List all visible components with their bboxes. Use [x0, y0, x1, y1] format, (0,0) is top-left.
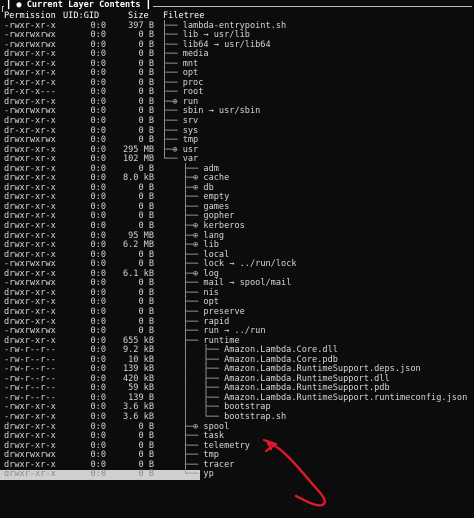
file-tree-row[interactable]: drwxr-xr-x 0:0 6.2 MB ├─⊕ lib — [0, 240, 474, 251]
panel-title-text: Current Layer Contents — [26, 0, 141, 10]
tree-branch-glyph: │ ├── — [162, 402, 225, 413]
row-filename[interactable]: root — [183, 87, 204, 98]
file-tree-row[interactable]: drwxr-xr-x 0:0 0 B ├─⊕ kerberos — [0, 221, 474, 232]
row-filename[interactable]: lib → usr/lib — [183, 30, 250, 40]
file-tree-row[interactable]: -rwxrwxrwx 0:0 0 B ├── sbin → usr/sbin — [0, 107, 474, 117]
row-filename[interactable]: gopher — [203, 211, 234, 222]
file-tree-list[interactable]: -rwxr-xr-x 0:0 397 B ├── lambda-entrypoint.… — [0, 21, 474, 480]
row-filename[interactable]: opt — [203, 297, 219, 308]
file-tree-row[interactable]: drwxr-xr-x 0:0 0 B ├── srv — [0, 116, 474, 127]
tree-branch-glyph: ├── — [162, 259, 204, 270]
file-tree-row[interactable]: dr-xr-xr-x 0:0 0 B ├── sys — [0, 126, 474, 137]
tree-branch-glyph: ├── — [162, 68, 183, 79]
row-tree-branch: └── yp — [162, 469, 214, 480]
file-tree-row[interactable]: -rwxrwxrwx 0:0 0 B ├── mail → spool/mail — [0, 279, 474, 289]
file-tree-row[interactable]: drwxr-xr-x 0:0 0 B ├─⊕ db — [0, 183, 474, 194]
row-filename[interactable]: task — [203, 431, 224, 441]
file-tree-row[interactable]: dr-xr-xr-x 0:0 0 B ├── proc — [0, 78, 474, 89]
row-filename[interactable]: tmp — [183, 135, 199, 145]
row-filename[interactable]: media — [183, 49, 209, 59]
tree-branch-glyph: ├── — [162, 306, 204, 317]
file-tree-row[interactable]: -rwxrwxrwx 0:0 0 B ├── lock → ../run/lock — [0, 259, 474, 270]
row-filename[interactable]: lib — [203, 240, 219, 250]
file-tree-row[interactable]: drwxr-xr-x 0:0 0 B ├── preserve — [0, 306, 474, 318]
file-tree-row[interactable]: drwxrwxrwx 0:0 0 B ├── tmp — [0, 135, 474, 146]
row-filename[interactable]: yp — [203, 469, 213, 479]
tree-branch-glyph: │ ├── — [162, 345, 225, 356]
file-tree-row[interactable]: drwxr-xr-x 0:0 0 B ├── opt — [0, 69, 474, 79]
tree-branch-glyph: │ ├── — [162, 383, 225, 394]
row-filename[interactable]: Amazon.Lambda.RuntimeSupport.pdb — [224, 383, 390, 394]
tree-branch-glyph: ├── — [162, 316, 204, 327]
tree-branch-glyph: └── — [162, 154, 183, 165]
file-tree-row[interactable]: drwxr-xr-x 0:0 295 MB ├─⊕ usr — [0, 145, 474, 156]
row-filename[interactable]: preserve — [203, 307, 244, 317]
file-tree-row[interactable]: drwxr-xr-x 0:0 8.0 kB ├─⊕ cache — [0, 174, 474, 184]
tree-branch-glyph: ├── — [162, 116, 183, 127]
row-filename[interactable]: bootstrap — [224, 402, 271, 413]
file-tree-row[interactable]: drwxr-xr-x 0:0 95 MB ├─⊕ lang — [0, 231, 474, 242]
tree-branch-glyph: └── — [162, 469, 204, 480]
tree-branch-glyph: ├─⊕ — [162, 173, 204, 184]
file-tree-row[interactable]: drwxrwxrwx 0:0 0 B ├── tmp — [0, 450, 474, 461]
row-filename[interactable]: tmp — [203, 450, 219, 460]
panel-title: ┃ ● Current Layer Contents ┃ — [4, 0, 153, 11]
terminal-window: ┃ ● Current Layer Contents ┃ Permission … — [0, 0, 474, 518]
file-tree-row[interactable]: dr-xr-x--- 0:0 0 B ├── root — [0, 88, 474, 98]
tree-branch-glyph: ├── — [162, 192, 204, 203]
row-filename[interactable]: var — [183, 154, 199, 164]
row-size: 0 B — [138, 469, 154, 480]
file-tree-row[interactable]: drwxr-xr-x 0:0 0 B ├── nis — [0, 288, 474, 299]
file-tree-row[interactable]: drwxr-xr-x 0:0 0 B ├── adm — [0, 164, 474, 175]
row-filename[interactable]: mail → spool/mail — [203, 278, 291, 289]
tree-branch-glyph: ├── — [162, 431, 204, 442]
file-tree-row[interactable]: drwxr-xr-x 0:0 102 MB └── var — [0, 154, 474, 165]
row-filename[interactable]: bootstrap.sh — [224, 412, 286, 422]
tree-branch-glyph: ├── — [162, 211, 204, 222]
tree-branch-glyph: ├── — [162, 30, 183, 41]
file-tree-row[interactable]: drwxr-xr-x 0:0 0 B ├── mnt — [0, 59, 474, 70]
row-filename[interactable]: kerberos — [203, 221, 244, 231]
row-filename[interactable]: srv — [183, 116, 199, 126]
tree-branch-glyph: │ └── — [162, 411, 225, 422]
tree-branch-glyph: ├── — [162, 278, 204, 289]
tree-branch-glyph: ├── — [162, 297, 204, 308]
tree-branch-glyph: ├── — [162, 450, 204, 461]
row-filename[interactable]: opt — [183, 68, 199, 79]
row-filename[interactable]: run → ../run — [203, 326, 265, 336]
tree-branch-glyph: ├─⊕ — [162, 240, 204, 251]
row-filename[interactable]: Amazon.Lambda.RuntimeSupport.deps.json — [224, 364, 421, 374]
file-tree-row[interactable]: drwxr-xr-x 0:0 0 B ├── games — [0, 202, 474, 213]
row-filename[interactable]: Amazon.Lambda.Core.dll — [224, 345, 338, 355]
file-tree-row-selected[interactable]: drwxr-xr-x 0:0 0 B └── yp — [0, 469, 214, 480]
file-tree-row[interactable]: drwxr-xr-x 0:0 0 B ├── empty — [0, 193, 474, 203]
file-tree-row[interactable]: drwxr-xr-x 0:0 0 B ├─⊕ spool — [0, 422, 474, 433]
row-filename[interactable]: rapid — [203, 317, 229, 327]
file-tree-row[interactable]: drwxr-xr-x 0:0 0 B ├── telemetry — [0, 441, 474, 452]
row-filename[interactable]: cache — [203, 173, 229, 184]
tree-branch-glyph: ├─⊕ — [162, 221, 204, 232]
row-filename[interactable]: lock → ../run/lock — [203, 259, 296, 269]
row-filename[interactable]: sbin → usr/sbin — [183, 106, 261, 117]
row-permission: drwxr-xr-x — [4, 469, 56, 480]
file-tree-row[interactable]: drwxr-xr-x 0:0 0 B ├── tracer — [0, 460, 474, 471]
file-tree-row[interactable]: -rwxrwxrwx 0:0 0 B ├── lib64 → usr/lib64 — [0, 40, 474, 51]
file-tree-row[interactable]: drwxr-xr-x 0:0 0 B ├── media — [0, 49, 474, 60]
row-filename[interactable]: empty — [203, 192, 229, 203]
tree-branch-glyph: ├── — [162, 326, 204, 337]
tree-branch-glyph: ├── — [162, 135, 183, 146]
tree-branch-glyph: ├── — [162, 49, 183, 60]
row-uid-gid: 0:0 — [90, 469, 106, 480]
tree-branch-glyph: ├── — [162, 87, 183, 98]
tree-branch-glyph: ├── — [162, 106, 183, 117]
tree-branch-glyph: │ ├── — [162, 364, 225, 375]
file-tree-row[interactable]: -rwxr-xr-x 0:0 3.6 kB │ └── bootstrap.sh — [0, 411, 474, 423]
